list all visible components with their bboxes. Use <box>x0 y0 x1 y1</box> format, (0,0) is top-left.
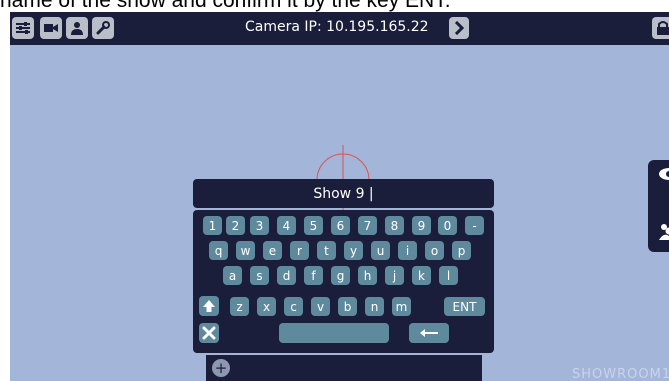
key-w[interactable]: w <box>236 241 255 260</box>
key-m[interactable]: m <box>392 297 411 316</box>
bottom-bar: + <box>206 355 482 381</box>
enter-key[interactable]: ENT <box>444 297 485 316</box>
key-v[interactable]: v <box>311 297 330 316</box>
video-camera-icon[interactable] <box>40 17 62 39</box>
lock-icon[interactable] <box>652 17 669 39</box>
arrow-left-icon[interactable] <box>409 323 449 343</box>
add-button[interactable]: + <box>212 359 230 377</box>
key-n[interactable]: n <box>365 297 384 316</box>
key-i[interactable]: i <box>398 241 417 260</box>
eye-icon[interactable] <box>658 166 669 186</box>
key-b[interactable]: b <box>338 297 357 316</box>
keyboard-input-display[interactable]: Show 9 | <box>193 179 494 208</box>
key-a[interactable]: a <box>223 266 242 285</box>
key-g[interactable]: g <box>331 266 350 285</box>
key-3[interactable]: 3 <box>250 216 269 235</box>
key-u[interactable]: u <box>371 241 390 260</box>
key-2[interactable]: 2 <box>226 216 245 235</box>
key-z[interactable]: z <box>230 297 249 316</box>
on-screen-keyboard: 1 2 3 4 5 6 7 8 9 0 - q w e r t y u i o … <box>193 210 494 353</box>
key-y[interactable]: y <box>344 241 363 260</box>
key-l[interactable]: l <box>439 266 458 285</box>
camera-app: Camera IP: 10.195.165.22 Show 9 | 1 2 3 … <box>10 12 669 381</box>
key-1[interactable]: 1 <box>203 216 222 235</box>
key-4[interactable]: 4 <box>277 216 296 235</box>
key-5[interactable]: 5 <box>304 216 323 235</box>
key-e[interactable]: e <box>263 241 282 260</box>
key-h[interactable]: h <box>358 266 377 285</box>
camera-ip-label: Camera IP: 10.195.165.22 <box>245 19 429 35</box>
side-panel <box>648 160 669 252</box>
key-p[interactable]: p <box>452 241 471 260</box>
key-9[interactable]: 9 <box>412 216 431 235</box>
watermark-text: SHOWROOM1 <box>572 367 669 381</box>
arrow-up-icon[interactable] <box>199 296 219 316</box>
key-7[interactable]: 7 <box>358 216 377 235</box>
key-0[interactable]: 0 <box>438 216 457 235</box>
key-f[interactable]: f <box>304 266 323 285</box>
key-t[interactable]: t <box>317 241 336 260</box>
key-q[interactable]: q <box>209 241 228 260</box>
wrench-icon[interactable] <box>92 17 114 39</box>
key-j[interactable]: j <box>385 266 404 285</box>
key-8[interactable]: 8 <box>385 216 404 235</box>
key-d[interactable]: d <box>277 266 296 285</box>
key-c[interactable]: c <box>284 297 303 316</box>
top-toolbar: Camera IP: 10.195.165.22 <box>10 12 669 45</box>
chevron-right-icon[interactable] <box>449 17 469 39</box>
group-icon[interactable] <box>658 222 669 242</box>
key-minus[interactable]: - <box>465 216 484 235</box>
key-r[interactable]: r <box>290 241 309 260</box>
key-x[interactable]: x <box>257 297 276 316</box>
key-6[interactable]: 6 <box>331 216 350 235</box>
spacebar[interactable] <box>279 323 389 343</box>
key-k[interactable]: k <box>412 266 431 285</box>
key-s[interactable]: s <box>250 266 269 285</box>
key-o[interactable]: o <box>425 241 444 260</box>
settings-sliders-icon[interactable] <box>12 17 34 39</box>
user-icon[interactable] <box>66 17 88 39</box>
close-icon[interactable] <box>199 323 219 343</box>
